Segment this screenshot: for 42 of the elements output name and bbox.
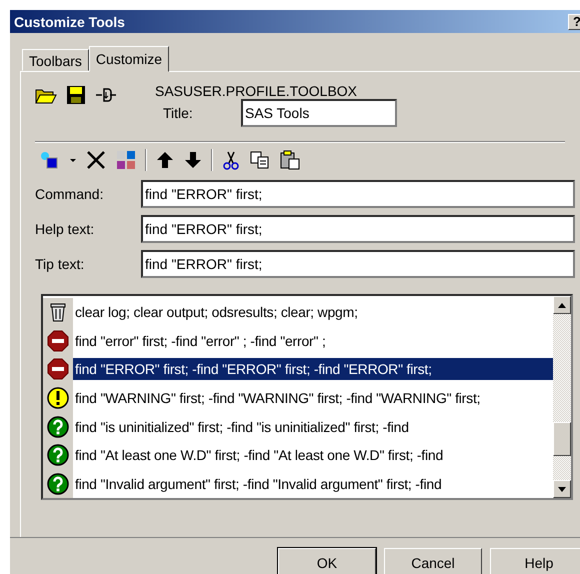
toolbox-name: SASUSER.PROFILE.TOOLBOX: [155, 82, 358, 99]
down-arrow-icon[interactable]: [183, 150, 203, 170]
delete-x-icon[interactable]: [85, 150, 107, 170]
question-mark-icon: [47, 444, 69, 466]
exclamation-icon: [47, 387, 69, 410]
tab[interactable]: Customize: [88, 46, 170, 72]
scissors-icon[interactable]: [221, 150, 241, 170]
question-mark-icon: [47, 472, 69, 495]
text-field[interactable]: find "ERROR" first;: [141, 215, 575, 243]
scroll-thumb[interactable]: [553, 422, 571, 456]
list-item[interactable]: find "error" first; -find "error" ; -find "error" ;: [73, 330, 328, 352]
scrollbar[interactable]: [553, 296, 571, 498]
field-label: Help text:: [35, 221, 96, 237]
list-item[interactable]: clear log; clear output; odsresults; clear; wpgm;: [73, 301, 360, 324]
dialog-button[interactable]: Help: [490, 548, 580, 574]
up-arrow-icon: [558, 302, 566, 308]
list-item[interactable]: find "is uninitialized" first; -find "is uninitialized" first; -find: [73, 416, 411, 438]
grid-icon[interactable]: [115, 150, 137, 170]
tab[interactable]: Toolbars: [22, 49, 89, 71]
stop-sign-icon: [47, 358, 69, 380]
dialog-button[interactable]: Cancel: [384, 548, 482, 574]
title-label: Title:: [162, 105, 194, 121]
paste-icon[interactable]: [279, 150, 301, 170]
list-item[interactable]: find "Invalid argument" first; -find "Invalid argument" first; -find: [73, 472, 444, 495]
scroll-down-button[interactable]: [553, 480, 571, 498]
list-item[interactable]: find "ERROR" first; -find "ERROR" first; -find "ERROR" first;: [73, 358, 553, 380]
copy-icon[interactable]: [249, 150, 271, 170]
list-item[interactable]: find "At least one W.D" first; -find "At least one W.D" first; -find: [73, 444, 446, 466]
help-button[interactable]: ?: [568, 14, 580, 30]
list-item[interactable]: find "WARNING" first; -find "WARNING" first; -find "WARNING" first;: [73, 387, 482, 410]
text-field[interactable]: find "ERROR" first;: [141, 180, 575, 208]
field-label: Command:: [35, 186, 104, 202]
field-label: Tip text:: [35, 256, 86, 272]
up-arrow-icon[interactable]: [155, 150, 175, 170]
window-title: Customize Tools: [14, 14, 126, 30]
text-field[interactable]: find "ERROR" first;: [141, 250, 575, 278]
stop-sign-icon: [47, 330, 69, 352]
dialog-button[interactable]: OK: [278, 548, 376, 574]
scroll-up-button[interactable]: [553, 296, 571, 314]
question-mark-icon: [47, 416, 69, 438]
title-field[interactable]: SAS Tools: [241, 99, 397, 127]
down-arrow-icon: [558, 486, 566, 492]
